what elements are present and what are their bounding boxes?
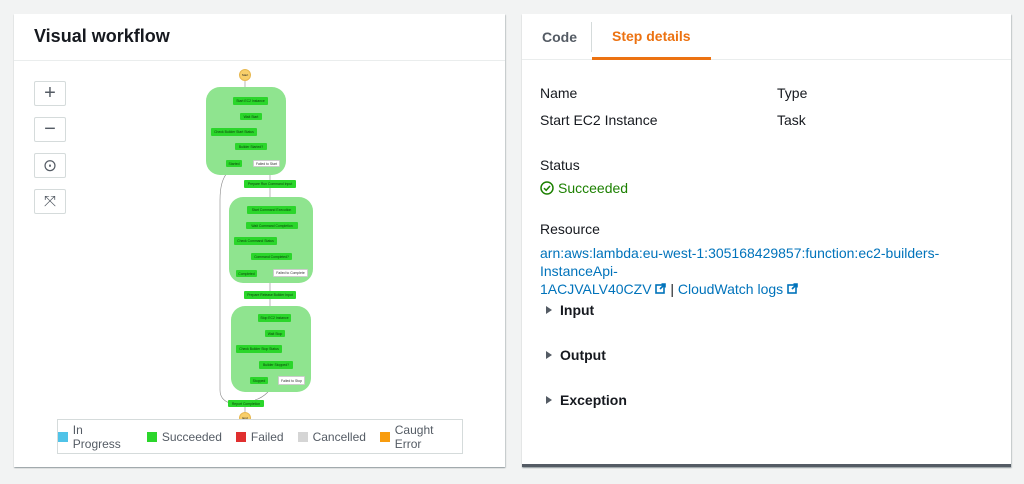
workflow-node[interactable]: Check Command Status: [234, 237, 277, 245]
legend-item: Failed: [235, 429, 284, 444]
legend: In Progress Succeeded Failed Cancelled C…: [57, 419, 463, 454]
caret-right-icon: [546, 351, 552, 359]
expander-label: Exception: [560, 392, 627, 408]
workflow-node[interactable]: Start Command Execution: [247, 206, 296, 214]
exception-expander[interactable]: Exception: [546, 392, 627, 408]
workflow-node[interactable]: Builder Started?: [235, 143, 267, 150]
legend-label: In Progress: [72, 422, 121, 451]
workflow-node[interactable]: Stopped: [250, 377, 268, 384]
workflow-node[interactable]: Wait Command Completion: [246, 222, 298, 229]
resource-label: Resource: [540, 221, 600, 237]
workflow-node[interactable]: Wait Stop: [265, 330, 285, 337]
status-text: Succeeded: [558, 180, 629, 196]
start-node[interactable]: Start: [239, 69, 251, 81]
legend-item: Succeeded: [146, 429, 222, 444]
type-value: Task: [777, 112, 806, 128]
legend-swatch: [58, 431, 68, 442]
external-link-icon[interactable]: [655, 283, 667, 294]
workflow-node[interactable]: Failed to Start: [253, 160, 280, 167]
external-link-icon[interactable]: [787, 283, 798, 294]
workflow-node[interactable]: Start EC2 Instance: [233, 97, 268, 105]
resource-value: arn:aws:lambda:eu-west-1:305168429857:fu…: [540, 244, 1010, 298]
tab-code[interactable]: Code: [522, 14, 597, 60]
tab-bar: Code Step details: [522, 14, 1011, 60]
workflow-node[interactable]: Failed to Complete: [273, 269, 308, 277]
workflow-node[interactable]: Check Builder Stop Status: [236, 345, 282, 353]
workflow-node[interactable]: Completed: [236, 270, 257, 277]
legend-swatch: [235, 431, 246, 442]
step-details-panel: Code Step details Name Start EC2 Instanc…: [522, 14, 1011, 467]
workflow-node[interactable]: Prepare Run Command Input: [244, 180, 296, 188]
workflow-node[interactable]: Prepare Release Builder Input: [244, 291, 296, 299]
cloudwatch-logs-link[interactable]: CloudWatch logs: [678, 281, 783, 297]
workflow-node[interactable]: Check Builder Start Status: [211, 128, 257, 136]
legend-swatch: [379, 431, 390, 442]
tab-step-details[interactable]: Step details: [592, 14, 711, 60]
legend-label: Failed: [250, 429, 284, 444]
input-expander[interactable]: Input: [546, 302, 594, 318]
type-label: Type: [777, 85, 808, 101]
workflow-node[interactable]: Failed to Stop: [278, 376, 305, 385]
status-label: Status: [540, 157, 580, 173]
legend-label: Succeeded: [161, 429, 222, 444]
output-expander[interactable]: Output: [546, 347, 606, 363]
workflow-node[interactable]: Stop EC2 Instance: [258, 314, 291, 322]
legend-label: Cancelled: [312, 429, 366, 444]
workflow-node[interactable]: Report Completion: [228, 400, 264, 407]
legend-label: Caught Error: [394, 422, 434, 451]
workflow-diagram[interactable]: Start Start EC2 Instance Wait Start Chec…: [0, 0, 505, 467]
visual-workflow-panel: Visual workflow + − ⊙ ⤧ Start Start EC2 …: [14, 14, 505, 467]
legend-swatch: [297, 431, 308, 442]
name-value: Start EC2 Instance: [540, 112, 658, 128]
expander-label: Input: [560, 302, 595, 318]
legend-item: Cancelled: [297, 429, 366, 444]
separator: |: [670, 281, 674, 297]
expander-label: Output: [560, 347, 606, 363]
legend-item: In Progress: [58, 423, 133, 451]
legend-item: Caught Error: [379, 422, 462, 451]
legend-swatch: [146, 431, 157, 442]
workflow-node[interactable]: Builder Stopped?: [259, 361, 293, 369]
caret-right-icon: [546, 306, 552, 314]
name-label: Name: [540, 85, 578, 101]
status-value: Succeeded: [540, 180, 628, 196]
workflow-node[interactable]: Command Completed?: [251, 253, 292, 260]
success-check-icon: [540, 181, 554, 195]
caret-right-icon: [546, 396, 552, 404]
workflow-node[interactable]: Wait Start: [240, 113, 262, 120]
workflow-node[interactable]: Started: [226, 160, 242, 167]
